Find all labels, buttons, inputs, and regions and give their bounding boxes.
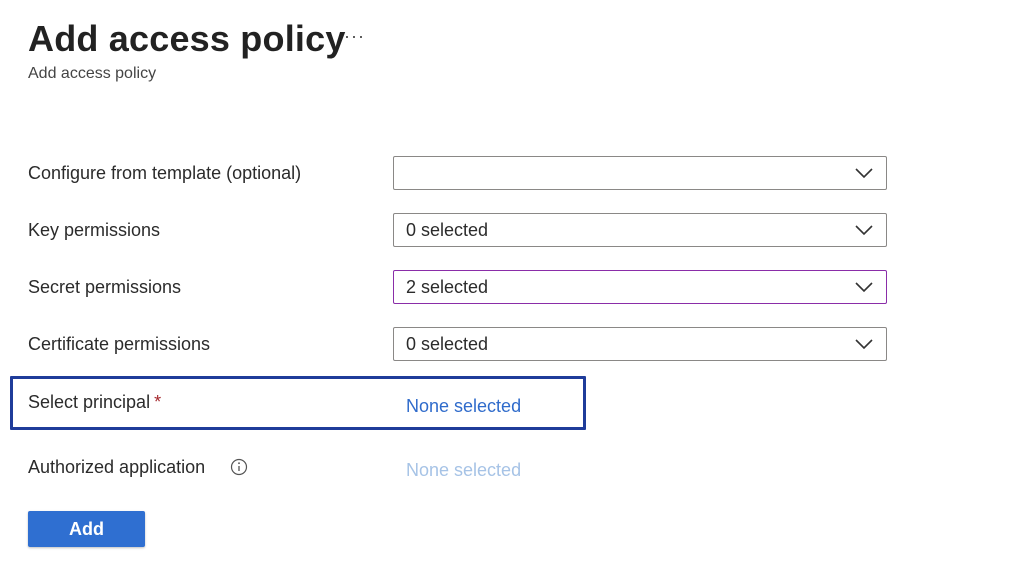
add-button[interactable]: Add	[28, 511, 145, 547]
chevron-down-icon	[855, 225, 873, 236]
key-permissions-value: 0 selected	[406, 220, 489, 240]
key-permissions-label: Key permissions	[28, 220, 161, 240]
page-title: Add access policy	[28, 18, 346, 59]
secret-permissions-label: Secret permissions	[28, 277, 182, 297]
certificate-permissions-value: 0 selected	[406, 334, 489, 354]
certificate-permissions-label: Certificate permissions	[28, 334, 211, 354]
page-subtitle: Add access policy	[28, 65, 157, 82]
chevron-down-icon	[855, 168, 873, 179]
secret-permissions-value: 2 selected	[406, 277, 489, 297]
chevron-down-icon	[855, 339, 873, 350]
authorized-application-link: None selected	[406, 460, 522, 480]
chevron-down-icon	[855, 282, 873, 293]
certificate-permissions-dropdown[interactable]: 0 selected	[393, 327, 887, 361]
select-principal-label-text: Select principal	[28, 392, 151, 412]
template-dropdown[interactable]	[393, 156, 887, 190]
more-options-icon[interactable]: ···	[344, 26, 365, 47]
required-indicator: *	[154, 392, 162, 412]
info-icon[interactable]	[230, 458, 248, 476]
select-principal-link[interactable]: None selected	[406, 396, 521, 417]
authorized-application-label: Authorized application	[28, 457, 206, 477]
secret-permissions-dropdown[interactable]: 2 selected	[393, 270, 887, 304]
key-permissions-dropdown[interactable]: 0 selected	[393, 213, 887, 247]
template-label: Configure from template (optional)	[28, 163, 302, 183]
select-principal-label: Select principal *	[28, 392, 161, 413]
breadcrumb-fragment[interactable]: y	[40, 0, 130, 4]
